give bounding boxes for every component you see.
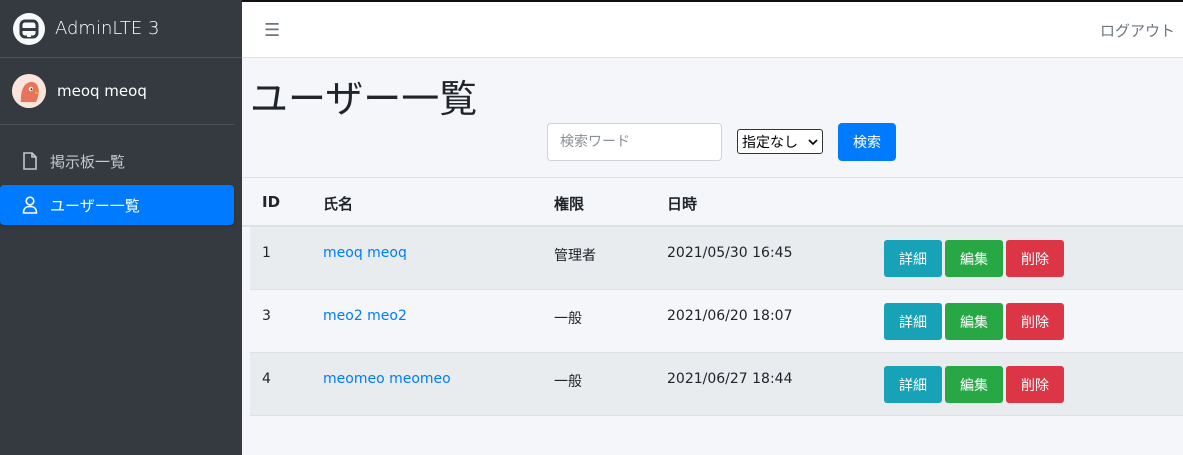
user-icon (22, 196, 38, 214)
cell-date: 2021/06/27 18:44 (667, 371, 793, 387)
sidebar-item-label: ユーザー一覧 (50, 196, 140, 215)
delete-button[interactable]: 削除 (1006, 366, 1064, 403)
edit-button[interactable]: 編集 (945, 366, 1003, 403)
delete-button[interactable]: 削除 (1006, 303, 1064, 340)
users-table: ID 氏名 権限 日時 1 meoq meoq 管理者 2021/05/30 1… (242, 177, 1183, 416)
brand-logo-icon (13, 12, 45, 45)
sidebar-item-boards[interactable]: 掲示板一覧 (0, 141, 234, 181)
edit-button[interactable]: 編集 (945, 240, 1003, 277)
logout-link[interactable]: ログアウト (1100, 20, 1175, 41)
edit-button[interactable]: 編集 (945, 303, 1003, 340)
cell-date: 2021/06/20 18:07 (667, 308, 793, 324)
search-button[interactable]: 検索 (838, 123, 896, 161)
search-input[interactable] (547, 123, 722, 161)
role-select-value: 指定なし (742, 134, 798, 151)
cell-name-link[interactable]: meomeo meomeo (323, 371, 451, 387)
table-row: 3 meo2 meo2 一般 2021/06/20 18:07 詳細 編集 削除 (250, 290, 1183, 353)
table-row: 1 meoq meoq 管理者 2021/05/30 16:45 詳細 編集 削… (250, 227, 1183, 290)
brand-text: AdminLTE 3 (55, 18, 160, 39)
avatar (12, 74, 46, 108)
user-panel[interactable]: meoq meoq (0, 58, 234, 125)
sidebar-nav: 掲示板一覧 ユーザー一覧 (0, 125, 242, 225)
cell-id: 3 (262, 308, 271, 324)
detail-button[interactable]: 詳細 (884, 366, 942, 403)
delete-button[interactable]: 削除 (1006, 240, 1064, 277)
menu-toggle-icon[interactable]: ☰ (264, 20, 280, 41)
cell-role: 一般 (554, 311, 582, 327)
sidebar-item-label: 掲示板一覧 (50, 152, 126, 171)
cell-id: 1 (262, 245, 271, 261)
cell-role: 一般 (554, 374, 582, 390)
role-select[interactable]: 指定なし (737, 129, 823, 154)
page-title: ユーザー一覧 (250, 77, 478, 121)
sidebar: AdminLTE 3 meoq meoq 掲示板一覧 ユーザー一覧 (0, 0, 242, 455)
top-navbar: ☰ ログアウト (242, 0, 1183, 58)
sidebar-item-users[interactable]: ユーザー一覧 (0, 185, 234, 225)
file-icon (23, 152, 37, 170)
cell-role: 管理者 (554, 248, 596, 264)
cell-id: 4 (262, 371, 271, 387)
column-header-id: ID (262, 193, 281, 211)
chevron-down-icon (808, 138, 818, 145)
cell-name-link[interactable]: meoq meoq (323, 245, 407, 261)
column-header-date: 日時 (667, 195, 698, 213)
detail-button[interactable]: 詳細 (884, 240, 942, 277)
main-content: ユーザー一覧 指定なし 検索 ID 氏名 権限 日時 1 meoq meoq 管… (242, 58, 1183, 455)
brand-link[interactable]: AdminLTE 3 (0, 0, 242, 58)
column-header-role: 権限 (554, 195, 585, 213)
table-header: ID 氏名 権限 日時 (242, 177, 1183, 227)
user-name: meoq meoq (57, 82, 147, 100)
cell-date: 2021/05/30 16:45 (667, 245, 793, 261)
cell-name-link[interactable]: meo2 meo2 (323, 308, 407, 324)
detail-button[interactable]: 詳細 (884, 303, 942, 340)
table-row: 4 meomeo meomeo 一般 2021/06/27 18:44 詳細 編… (250, 353, 1183, 416)
column-header-name: 氏名 (323, 195, 354, 213)
